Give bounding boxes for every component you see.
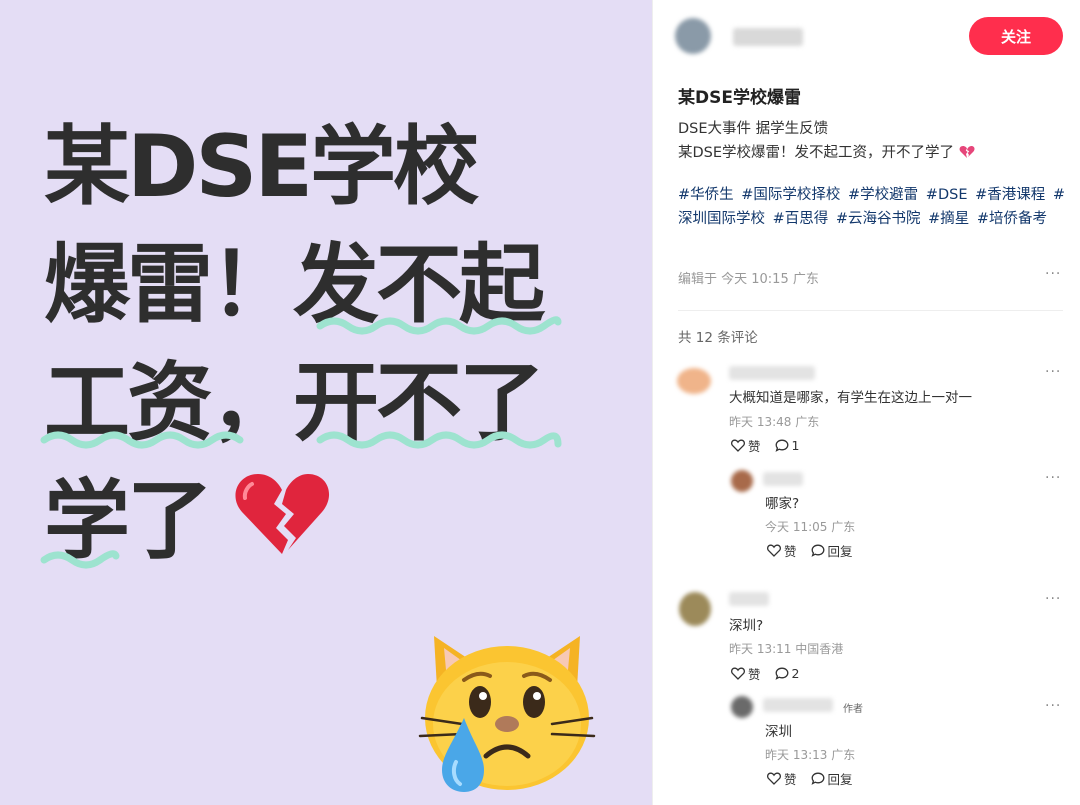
author-avatar[interactable]: [675, 18, 711, 54]
reply-label: 回复: [827, 772, 853, 787]
broken-heart-icon: [959, 146, 975, 158]
headline-row-4: 学了: [44, 462, 644, 580]
headline-row-3: 工资，开不了: [44, 344, 644, 462]
post-detail-panel: 关注 某DSE学校爆雷 DSE大事件 据学生反馈 某DSE学校爆雷！发不起工资，…: [652, 0, 1080, 805]
like-button[interactable]: 赞: [767, 769, 797, 788]
reply-author-name[interactable]: [763, 698, 833, 712]
reply-button[interactable]: 回复: [811, 541, 853, 560]
reply-button[interactable]: 回复: [811, 769, 853, 788]
headline-text-4: 工资，: [44, 353, 296, 453]
hashtag[interactable]: #摘星: [928, 211, 969, 227]
headline-text-6: 学了: [44, 471, 213, 571]
more-icon[interactable]: ···: [1045, 364, 1061, 380]
reply-count-button[interactable]: 2: [775, 666, 800, 681]
broken-heart-emoji: [235, 474, 330, 554]
more-icon[interactable]: ···: [1045, 470, 1061, 486]
reply-author-name[interactable]: [763, 472, 803, 486]
divider: [678, 310, 1063, 311]
author-tag: 作者: [843, 704, 863, 715]
post-edit-meta: 编辑于 今天 10:15 广东: [678, 272, 819, 287]
reply-time: 今天 11:05 广东: [765, 520, 856, 534]
hashtag[interactable]: #百思得: [773, 211, 829, 227]
hashtag[interactable]: #香港课程: [975, 187, 1045, 203]
post-body-text: 某DSE学校爆雷！发不起工资，开不了学了: [678, 145, 955, 161]
post-image[interactable]: 某DSE学校 爆雷！发不起 工资，开不了 学了: [0, 0, 652, 805]
reply-text: 深圳: [765, 724, 792, 740]
hashtag-list: #华侨生 #国际学校择校 #学校避雷 #DSE #香港课程 #深圳国际学校 #百…: [678, 184, 1068, 231]
more-icon[interactable]: ···: [1045, 266, 1061, 282]
like-button[interactable]: 赞: [731, 436, 761, 455]
more-icon[interactable]: ···: [1045, 698, 1061, 714]
post-body-line-1: DSE大事件 据学生反馈: [678, 121, 829, 137]
hashtag[interactable]: #华侨生: [678, 187, 734, 203]
heart-outline-icon: [767, 772, 781, 785]
heart-outline-icon: [731, 439, 745, 452]
like-label: 赞: [748, 439, 761, 454]
author-name[interactable]: [733, 28, 803, 46]
post-body-line-2: 某DSE学校爆雷！发不起工资，开不了学了: [678, 141, 975, 162]
heart-outline-icon: [767, 544, 781, 557]
comment-bubble-icon: [811, 772, 824, 785]
reply-actions: 赞 回复: [767, 541, 853, 560]
like-label: 赞: [748, 667, 761, 682]
crying-cat-emoji: [418, 636, 596, 792]
hashtag[interactable]: #国际学校择校: [741, 187, 840, 203]
like-button[interactable]: 赞: [731, 664, 761, 683]
commenter-avatar[interactable]: [677, 368, 711, 394]
like-label: 赞: [784, 772, 797, 787]
hashtag[interactable]: #培侨备考: [977, 211, 1047, 227]
like-label: 赞: [784, 544, 797, 559]
comment-bubble-icon: [775, 439, 788, 452]
reply-count-button[interactable]: 1: [775, 438, 800, 453]
headline-text-5: 开不了: [293, 353, 545, 453]
comment-text: 深圳?: [729, 618, 764, 634]
commenter-name[interactable]: [729, 366, 815, 380]
comment-count: 共 12 条评论: [678, 330, 758, 346]
reply-time: 昨天 13:13 广东: [765, 748, 856, 762]
follow-button[interactable]: 关注: [969, 17, 1063, 55]
reply-label: 回复: [827, 544, 853, 559]
comment-actions: 赞 1: [731, 436, 799, 455]
headline-row-1: 某DSE学校: [44, 108, 644, 226]
headline-row-2: 爆雷！发不起: [44, 226, 644, 344]
comment-text: 大概知道是哪家，有学生在这边上一对一: [729, 390, 972, 406]
reply-count: 2: [791, 666, 800, 681]
reply-actions: 赞 回复: [767, 769, 853, 788]
comment-bubble-icon: [811, 544, 824, 557]
comment-time: 昨天 13:11 中国香港: [729, 642, 844, 656]
more-icon[interactable]: ···: [1045, 591, 1061, 607]
hashtag[interactable]: #云海谷书院: [836, 211, 921, 227]
commenter-name[interactable]: [729, 592, 769, 606]
headline-text-1: 某DSE学校: [44, 117, 479, 217]
comment-actions: 赞 2: [731, 664, 799, 683]
comment-bubble-icon: [775, 667, 788, 680]
headline-text-3: 发不起: [293, 235, 545, 335]
reply-text: 哪家?: [765, 496, 800, 512]
heart-outline-icon: [731, 667, 745, 680]
reply-avatar[interactable]: [731, 470, 753, 492]
reply-avatar[interactable]: [731, 696, 753, 718]
like-button[interactable]: 赞: [767, 541, 797, 560]
post-title: 某DSE学校爆雷: [678, 88, 801, 108]
comment-time: 昨天 13:48 广东: [729, 415, 820, 429]
reply-count: 1: [791, 438, 800, 453]
image-headline: 某DSE学校 爆雷！发不起 工资，开不了 学了: [44, 108, 644, 580]
headline-text-2: 爆雷！: [44, 235, 296, 335]
commenter-avatar[interactable]: [679, 592, 711, 626]
hashtag[interactable]: #DSE: [926, 187, 968, 203]
hashtag[interactable]: #学校避雷: [848, 187, 918, 203]
